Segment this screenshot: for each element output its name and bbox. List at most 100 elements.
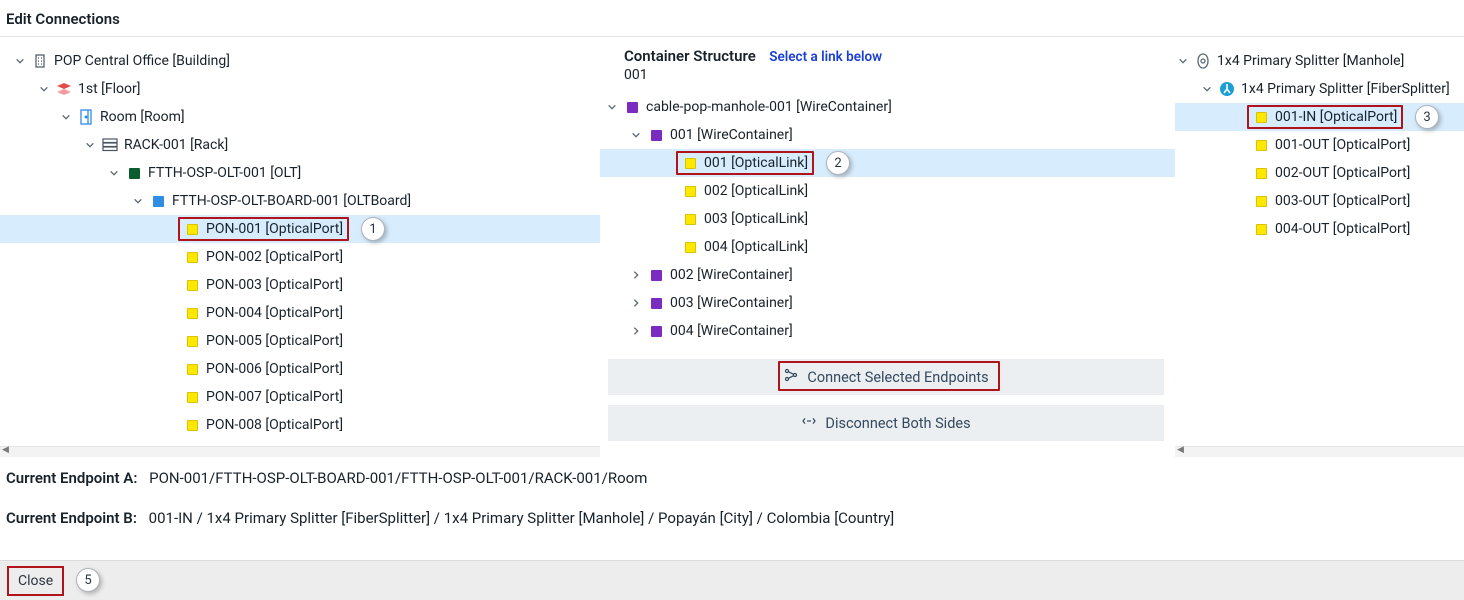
callout-3: 3: [1415, 105, 1439, 129]
tree-item[interactable]: 003-OUT [OpticalPort]: [1175, 187, 1464, 215]
tree-item[interactable]: PON-006 [OpticalPort]: [0, 355, 600, 383]
chevron-right-icon[interactable]: [630, 297, 642, 309]
tree-item[interactable]: 001 [WireContainer]: [600, 121, 1175, 149]
tree-item-label: FTTH-OSP-OLT-BOARD-001 [OLTBoard]: [172, 193, 411, 209]
scroll-indicator[interactable]: [1175, 446, 1464, 457]
tree-item[interactable]: Room [Room]: [0, 103, 600, 131]
yellow-icon: [1253, 221, 1269, 237]
chevron-down-icon[interactable]: [84, 139, 96, 151]
yellow-icon: [1253, 193, 1269, 209]
tree-item[interactable]: 001 [OpticalLink]2: [600, 149, 1175, 177]
select-link-hint: Select a link below: [769, 49, 882, 65]
tree-item-label: 004 [WireContainer]: [670, 323, 793, 339]
tree-item-label: PON-005 [OpticalPort]: [206, 333, 343, 349]
tree-item[interactable]: 002 [WireContainer]: [600, 261, 1175, 289]
chevron-down-icon[interactable]: [14, 55, 26, 67]
chevron-down-icon[interactable]: [1201, 83, 1213, 95]
tree-item[interactable]: PON-002 [OpticalPort]: [0, 243, 600, 271]
tree-item[interactable]: 003 [WireContainer]: [600, 289, 1175, 317]
left-tree-panel: POP Central Office [Building] 1st [Floor]…: [0, 43, 600, 457]
building-icon: [32, 53, 48, 69]
connect-endpoints-button[interactable]: Connect Selected Endpoints 4: [608, 359, 1164, 395]
tree-item[interactable]: 002-OUT [OpticalPort]: [1175, 159, 1464, 187]
chevron-down-icon[interactable]: [606, 101, 618, 113]
endpoint-b-label: Current Endpoint B:: [6, 509, 137, 527]
tree-item[interactable]: 004 [OpticalLink]: [600, 233, 1175, 261]
tree-item[interactable]: PON-007 [OpticalPort]: [0, 383, 600, 411]
chevron-down-icon[interactable]: [38, 83, 50, 95]
connect-label: Connect Selected Endpoints: [807, 369, 988, 386]
tree-item-label: Room [Room]: [100, 109, 185, 125]
tree-item[interactable]: 001-OUT [OpticalPort]: [1175, 131, 1464, 159]
chevron-down-icon[interactable]: [132, 195, 144, 207]
container-structure-title: Container Structure: [624, 47, 756, 65]
page-title: Edit Connections: [0, 0, 1464, 37]
tree-item-label: 001-OUT [OpticalPort]: [1275, 137, 1410, 153]
tree-item[interactable]: PON-005 [OpticalPort]: [0, 327, 600, 355]
tree-item-label: POP Central Office [Building]: [54, 53, 230, 69]
tree-item[interactable]: 1x4 Primary Splitter [Manhole]: [1175, 47, 1464, 75]
endpoint-a-label: Current Endpoint A:: [6, 469, 137, 487]
chevron-right-icon[interactable]: [630, 269, 642, 281]
tree-item[interactable]: PON-001 [OpticalPort] 1: [0, 215, 600, 243]
tree-item[interactable]: 001-IN [OpticalPort]3: [1175, 103, 1464, 131]
tree-item[interactable]: 1x4 Primary Splitter [FiberSplitter]: [1175, 75, 1464, 103]
yellow-icon: [184, 417, 200, 433]
tree-item-label: 003 [WireContainer]: [670, 295, 793, 311]
footer: Close 5: [0, 560, 1464, 600]
scroll-indicator[interactable]: [0, 446, 600, 457]
tree-item-label: PON-001 [OpticalPort]: [206, 221, 343, 237]
tree-item[interactable]: RACK-001 [Rack]: [0, 131, 600, 159]
tree-item[interactable]: 002 [OpticalLink]: [600, 177, 1175, 205]
dgreen-icon: [126, 165, 142, 181]
tree-item-label: 002-OUT [OpticalPort]: [1275, 165, 1410, 181]
disconnect-icon: [801, 413, 817, 433]
tree-item-label: 003 [OpticalLink]: [704, 211, 808, 227]
tree-item-label: PON-006 [OpticalPort]: [206, 361, 343, 377]
yellow-icon: [1253, 165, 1269, 181]
tree-item[interactable]: 003 [OpticalLink]: [600, 205, 1175, 233]
tree-item[interactable]: FTTH-OSP-OLT-BOARD-001 [OLTBoard]: [0, 187, 600, 215]
manhole-icon: [1195, 53, 1211, 69]
chevron-down-icon[interactable]: [108, 167, 120, 179]
chevron-down-icon[interactable]: [1177, 55, 1189, 67]
splitter-icon: [1219, 81, 1235, 97]
close-label: Close: [18, 573, 53, 589]
yellow-icon: [184, 249, 200, 265]
tree-item[interactable]: cable-pop-manhole-001 [WireContainer]: [600, 93, 1175, 121]
tree-item-label: 002 [OpticalLink]: [704, 183, 808, 199]
tree-item-label: 004-OUT [OpticalPort]: [1275, 221, 1410, 237]
tree-item-label: 1x4 Primary Splitter [Manhole]: [1217, 53, 1404, 69]
chevron-down-icon[interactable]: [60, 111, 72, 123]
yellow-icon: [184, 305, 200, 321]
tree-item-label: 003-OUT [OpticalPort]: [1275, 193, 1410, 209]
tree-item[interactable]: POP Central Office [Building]: [0, 47, 600, 75]
yellow-icon: [682, 211, 698, 227]
purple-icon: [648, 267, 664, 283]
tree-item-label: PON-007 [OpticalPort]: [206, 389, 343, 405]
yellow-icon: [682, 155, 698, 171]
tree-item[interactable]: FTTH-OSP-OLT-001 [OLT]: [0, 159, 600, 187]
tree-item[interactable]: 004 [WireContainer]: [600, 317, 1175, 345]
tree-item[interactable]: PON-003 [OpticalPort]: [0, 271, 600, 299]
tree-item-label: 001 [OpticalLink]: [704, 155, 808, 171]
yellow-icon: [682, 239, 698, 255]
chevron-right-icon[interactable]: [630, 325, 642, 337]
tree-item[interactable]: 004-OUT [OpticalPort]: [1175, 215, 1464, 243]
tree-item[interactable]: PON-004 [OpticalPort]: [0, 299, 600, 327]
tree-item-label: FTTH-OSP-OLT-001 [OLT]: [148, 165, 301, 181]
disconnect-label: Disconnect Both Sides: [825, 415, 970, 432]
close-button[interactable]: Close: [10, 569, 61, 593]
tree-item[interactable]: 1st [Floor]: [0, 75, 600, 103]
callout-1: 1: [361, 217, 385, 241]
purple-icon: [648, 295, 664, 311]
floor-icon: [56, 81, 72, 97]
tree-item[interactable]: PON-008 [OpticalPort]: [0, 411, 600, 439]
purple-icon: [624, 99, 640, 115]
disconnect-both-button[interactable]: Disconnect Both Sides: [608, 405, 1164, 441]
tree-item-label: 1st [Floor]: [78, 81, 140, 97]
rack-icon: [102, 137, 118, 153]
chevron-down-icon[interactable]: [630, 129, 642, 141]
tree-item-label: cable-pop-manhole-001 [WireContainer]: [646, 99, 892, 115]
tree-item-label: PON-002 [OpticalPort]: [206, 249, 343, 265]
